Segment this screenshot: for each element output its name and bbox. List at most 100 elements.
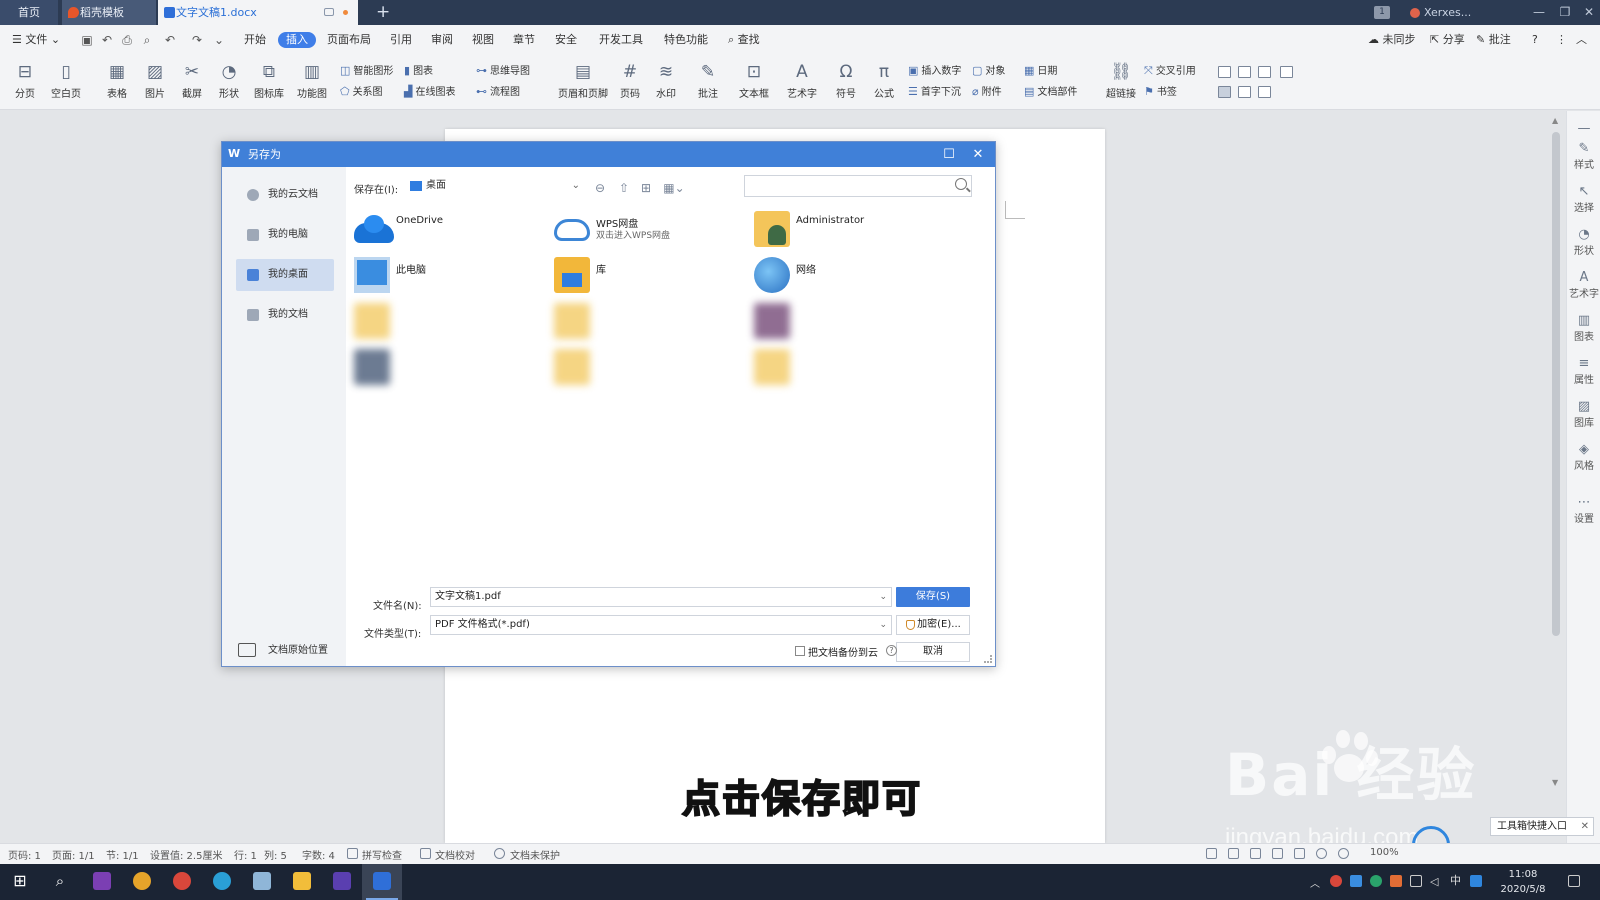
help-icon[interactable]: ?: [886, 645, 897, 656]
menu-review[interactable]: 审阅: [431, 32, 453, 48]
search-button[interactable]: ⌕: [40, 864, 80, 900]
menu-security[interactable]: 安全: [555, 32, 577, 48]
side-properties[interactable]: ≡ 属性: [1567, 356, 1600, 386]
file-item-blurred[interactable]: [348, 301, 548, 341]
layout-view-5-icon[interactable]: [1218, 86, 1231, 98]
file-item-blurred[interactable]: [748, 347, 948, 387]
explorer-button[interactable]: [282, 864, 322, 900]
close-icon[interactable]: ✕: [1581, 818, 1589, 835]
status-spellcheck[interactable]: 拼写检查: [362, 847, 402, 862]
menu-developer[interactable]: 开发工具: [599, 32, 643, 48]
file-item-blurred[interactable]: [748, 301, 948, 341]
flowchart-button[interactable]: ⊷ 流程图: [476, 84, 520, 100]
search-command[interactable]: ⌕ 查找: [728, 32, 760, 48]
onenote-button[interactable]: [82, 864, 122, 900]
window-count-badge[interactable]: 1: [1374, 6, 1390, 19]
view-mode-icon[interactable]: ▦⌄: [662, 180, 686, 196]
collapse-ribbon-icon[interactable]: ︿: [1576, 32, 1587, 48]
header-footer-button[interactable]: ▤ 页眉和页脚: [556, 59, 610, 100]
sync-status[interactable]: ☁ 未同步: [1368, 32, 1416, 48]
wps-button[interactable]: [362, 864, 402, 900]
notification-icon[interactable]: [1568, 875, 1580, 887]
shape-button[interactable]: ◔ 形状: [212, 59, 246, 100]
system-clock[interactable]: 11:08 2020/5/8: [1488, 867, 1558, 897]
volume-icon[interactable]: ◁: [1430, 875, 1442, 888]
zoom-level[interactable]: 100%: [1370, 847, 1399, 858]
maximize-icon[interactable]: ❐: [1552, 0, 1578, 25]
file-item-administrator[interactable]: Administrator: [748, 209, 948, 249]
save-icon[interactable]: ▣: [80, 33, 94, 47]
file-item-wps-cloud[interactable]: WPS网盘 双击进入WPS网盘: [548, 209, 748, 249]
side-chart[interactable]: ▥ 图表: [1567, 313, 1600, 343]
user-account[interactable]: Xerxes...: [1410, 0, 1471, 25]
menu-chapter[interactable]: 章节: [513, 32, 535, 48]
side-wordart[interactable]: A 艺术字: [1567, 270, 1600, 300]
layout-view-6-icon[interactable]: [1238, 86, 1251, 98]
insert-number-button[interactable]: ▣ 插入数字: [908, 63, 961, 79]
help-icon[interactable]: ?: [1532, 32, 1538, 48]
comment-button[interactable]: ✎ 批注: [1476, 32, 1511, 48]
encrypt-button[interactable]: 加密(E)...: [896, 615, 970, 635]
icon-library-button[interactable]: ⧉ 图标库: [250, 59, 288, 100]
tab-templates[interactable]: 稻壳模板: [62, 0, 156, 25]
tray-app-5-icon[interactable]: [1470, 875, 1482, 887]
up-folder-icon[interactable]: ⇧: [616, 180, 632, 196]
mindmap-button[interactable]: ⊶ 思维导图: [476, 63, 530, 79]
menu-features[interactable]: 特色功能: [664, 32, 708, 48]
chrome-button-1[interactable]: [122, 864, 162, 900]
side-gallery[interactable]: ▨ 图库: [1567, 399, 1600, 429]
side-style-theme[interactable]: ◈ 风格: [1567, 442, 1600, 472]
tray-app-3-icon[interactable]: [1370, 875, 1382, 887]
layout-view-4-icon[interactable]: [1280, 66, 1293, 78]
resize-grip-icon[interactable]: [984, 655, 992, 663]
file-item-blurred[interactable]: [348, 347, 548, 387]
side-styles[interactable]: ✎ 样式: [1567, 141, 1600, 171]
filetype-select[interactable]: PDF 文件格式(*.pdf) ⌄: [430, 615, 892, 635]
customize-icon[interactable]: ⌄: [212, 33, 226, 47]
status-setting[interactable]: 设置值: 2.5厘米: [150, 847, 222, 862]
media-player-button[interactable]: [322, 864, 362, 900]
file-item-blurred[interactable]: [548, 347, 748, 387]
menu-references[interactable]: 引用: [390, 32, 412, 48]
watermark-button[interactable]: ≋ 水印: [650, 59, 682, 100]
attachment-button[interactable]: ⌀ 附件: [972, 84, 1002, 100]
status-wordcount[interactable]: 字数: 4: [302, 847, 335, 862]
file-item-network[interactable]: 网络: [748, 255, 948, 295]
filename-input[interactable]: 文字文稿1.pdf ⌄: [430, 587, 892, 607]
formula-button[interactable]: π 公式: [868, 59, 900, 100]
tray-app-1-icon[interactable]: [1330, 875, 1342, 887]
sidebar-item-desktop[interactable]: 我的桌面: [236, 259, 334, 291]
table-button[interactable]: ▦ 表格: [100, 59, 134, 100]
sidebar-item-cloud-docs[interactable]: 我的云文档: [236, 179, 334, 211]
page-view-icon[interactable]: [1272, 848, 1283, 859]
minimize-icon[interactable]: —: [1526, 0, 1552, 25]
save-in-dropdown[interactable]: 桌面 ⌄: [404, 177, 582, 195]
ime-indicator[interactable]: 中: [1450, 875, 1462, 887]
file-item-library[interactable]: 库: [548, 255, 748, 295]
bookmark-button[interactable]: ⚑ 书签: [1144, 84, 1177, 100]
back-icon[interactable]: ⊖: [592, 180, 608, 196]
new-folder-icon[interactable]: ⊞: [638, 180, 654, 196]
print-icon[interactable]: ⎙: [120, 33, 134, 47]
backup-checkbox[interactable]: [795, 646, 805, 656]
network-icon[interactable]: [1410, 875, 1422, 887]
notepad-button[interactable]: [242, 864, 282, 900]
side-select[interactable]: ↖ 选择: [1567, 184, 1600, 214]
outline-view-icon[interactable]: [1294, 848, 1305, 859]
layout-view-7-icon[interactable]: [1258, 86, 1271, 98]
eye-protect-icon[interactable]: [1338, 848, 1349, 859]
crossref-button[interactable]: ⤧ 交叉引用: [1144, 63, 1196, 79]
layout-view-3-icon[interactable]: [1258, 66, 1271, 78]
vertical-scrollbar[interactable]: ▲ ▼: [1550, 116, 1562, 806]
monitor-icon[interactable]: [324, 8, 334, 16]
file-menu[interactable]: ☰ 文件 ⌄: [12, 32, 60, 48]
screenshot-button[interactable]: ✂ 截屏: [175, 59, 209, 100]
toolbox-shortcut-popup[interactable]: 工具箱快捷入口 ✕: [1490, 817, 1594, 836]
symbol-button[interactable]: Ω 符号: [830, 59, 862, 100]
tray-app-2-icon[interactable]: [1350, 875, 1362, 887]
smartart-button[interactable]: ◫ 智能图形: [340, 63, 393, 79]
date-button[interactable]: ▦ 日期: [1024, 63, 1057, 79]
tray-expand-icon[interactable]: ︿: [1310, 875, 1322, 890]
side-collapse-icon[interactable]: —: [1567, 121, 1600, 136]
picture-button[interactable]: ▨ 图片: [138, 59, 172, 100]
